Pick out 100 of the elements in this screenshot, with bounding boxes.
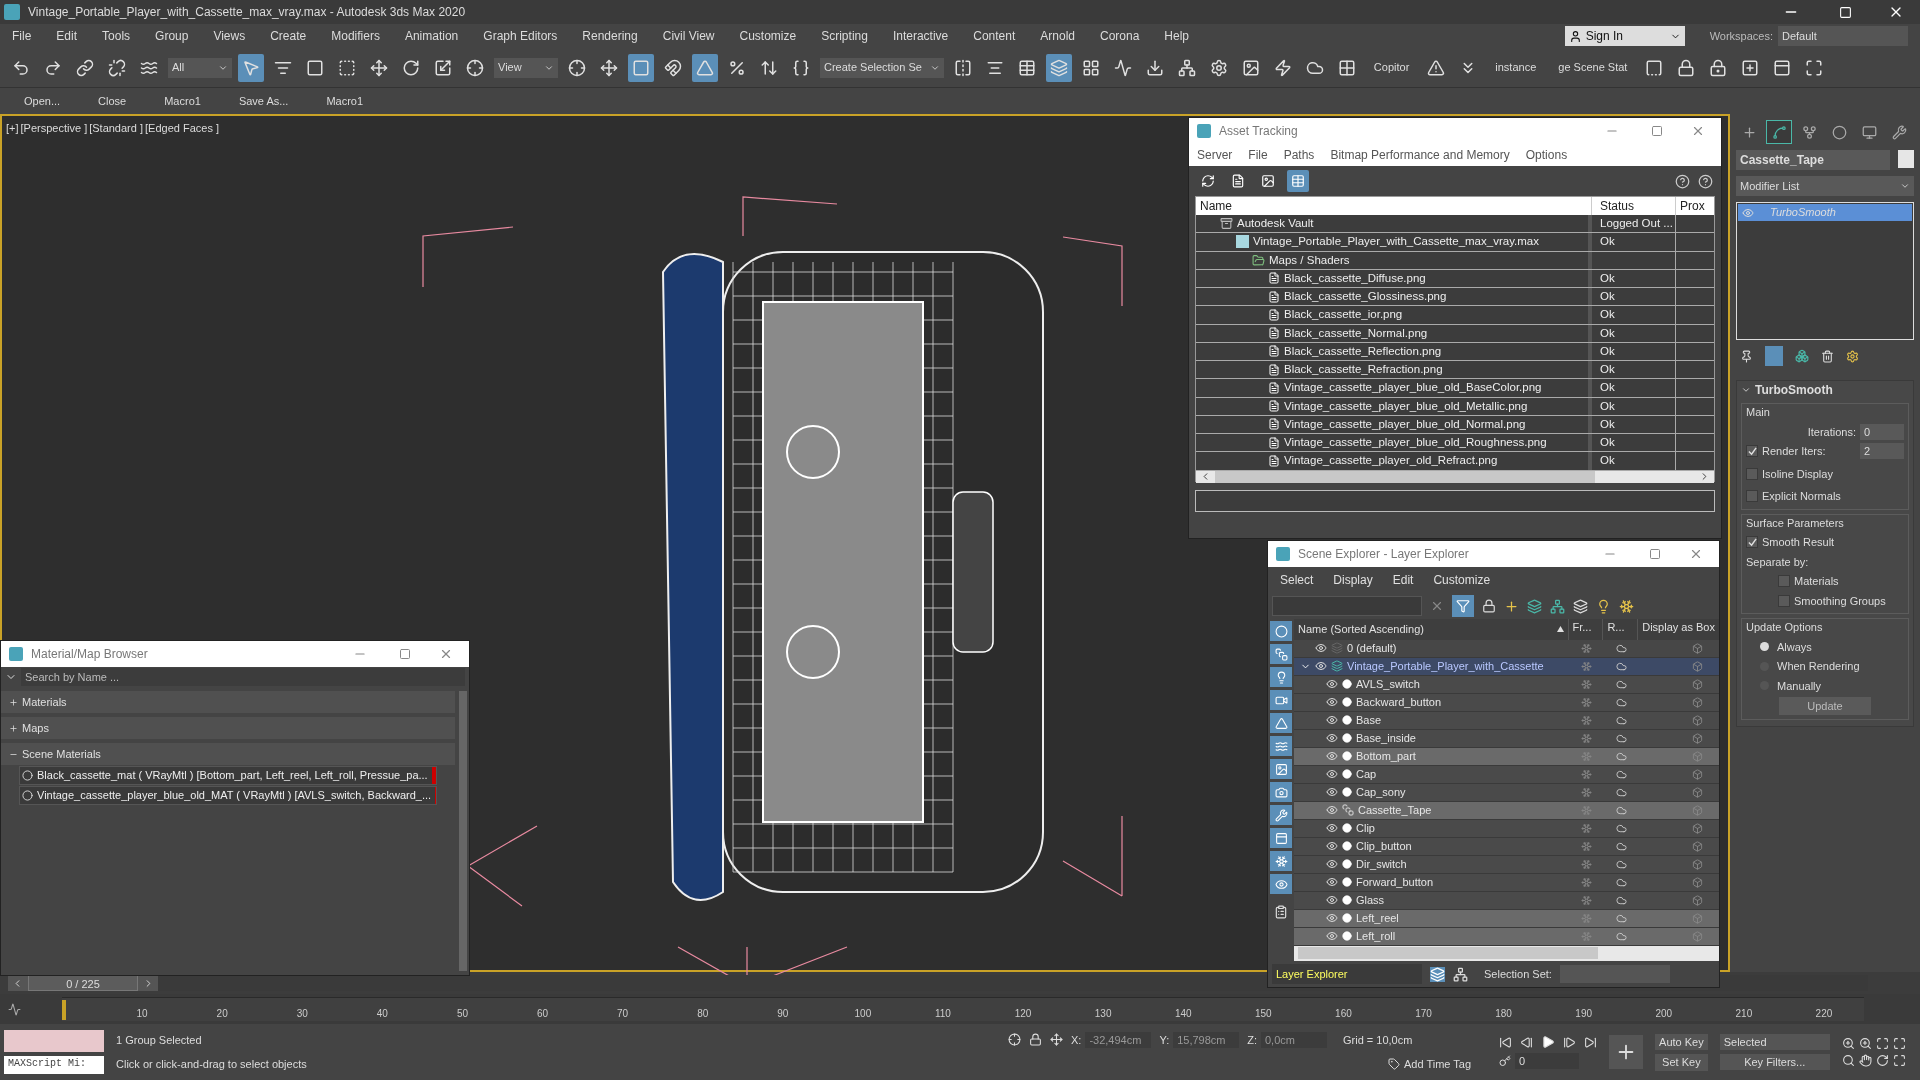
menu-item[interactable]: Server xyxy=(1197,146,1233,164)
layer-item-name: Bottom_part xyxy=(1356,749,1416,765)
window-title: Scene Explorer - Layer Explorer xyxy=(1298,546,1470,563)
viewport-label[interactable]: [Perspective ] xyxy=(20,120,88,137)
render-iters-spinner[interactable]: 2 xyxy=(1860,443,1904,460)
toolbar-label[interactable]: Copitor xyxy=(1365,59,1418,76)
menu-item[interactable]: Corona xyxy=(1099,27,1140,45)
viewport-label[interactable]: [Edged Faces ] xyxy=(145,120,219,137)
asset-status: Ok xyxy=(1600,307,1615,323)
explorer-mode-dropdown[interactable]: Layer Explorer xyxy=(1272,964,1422,984)
asset-name: Maps / Shaders xyxy=(1269,252,1350,268)
column-header[interactable]: Status xyxy=(1592,197,1676,215)
layer-item-name: Left_roll xyxy=(1356,929,1396,945)
menu-item[interactable]: File xyxy=(1248,146,1268,164)
modifier-list-dropdown[interactable]: Modifier List xyxy=(1736,176,1914,196)
material-item[interactable]: Black_cassette_mat ( VRayMtl ) [Bottom_part, Left_reel, Left_roll, Pressue_pa... xyxy=(19,766,437,785)
key-mode-dropdown[interactable]: Selected xyxy=(1719,1034,1830,1050)
toolbar-label[interactable]: ge Scene Stat xyxy=(1550,59,1636,76)
object-name-field[interactable]: Cassette_Tape xyxy=(1736,150,1890,170)
toolbar-dropdown[interactable]: View xyxy=(494,57,558,78)
menu-item[interactable]: Views xyxy=(213,27,246,45)
column-header[interactable]: Display as Box xyxy=(1637,619,1719,640)
maxscript-mini-field[interactable]: MAXScript Mi: xyxy=(4,1056,104,1074)
field-label: Iterations: xyxy=(1807,424,1856,440)
add-time-tag-button[interactable]: Add Time Tag xyxy=(1404,1056,1472,1073)
category-header[interactable]: Scene Materials xyxy=(1,743,455,765)
menu-item[interactable]: Help xyxy=(1164,27,1189,45)
menu-item[interactable]: Customize xyxy=(739,27,797,45)
set-key-text-button[interactable]: Set Key xyxy=(1655,1054,1708,1071)
coordinate-field[interactable]: 0,0cm xyxy=(1261,1031,1327,1048)
menu-item[interactable]: Rendering xyxy=(582,27,638,45)
menu-item[interactable]: Modifiers xyxy=(331,27,380,45)
current-frame-field[interactable]: 0 xyxy=(1515,1053,1580,1069)
macro-button[interactable]: Close xyxy=(98,92,127,110)
menu-item[interactable]: Scripting xyxy=(821,27,868,45)
column-header[interactable]: Name (Sorted Ascending) xyxy=(1298,621,1424,638)
viewport-label[interactable]: [+] xyxy=(6,120,19,137)
menu-item[interactable]: Content xyxy=(973,27,1016,45)
menu-item[interactable]: Edit xyxy=(56,27,78,45)
toolbar-dropdown[interactable]: Create Selection Se xyxy=(820,57,944,78)
column-header[interactable]: Fr... xyxy=(1567,619,1603,640)
menu-item[interactable]: Graph Editors xyxy=(483,27,558,45)
menu-item[interactable]: Interactive xyxy=(892,27,949,45)
workspaces-dropdown[interactable]: Default xyxy=(1778,26,1908,46)
menu-item[interactable]: Arnold xyxy=(1040,27,1075,45)
field-label: Separate by: xyxy=(1746,554,1810,570)
macro-button[interactable]: Open... xyxy=(24,92,61,110)
menu-item[interactable]: Options xyxy=(1525,146,1568,164)
frame-number: 50 xyxy=(456,1007,468,1021)
coordinate-field[interactable]: 15,798cm xyxy=(1173,1031,1240,1048)
asset-name: Vintage_cassette_player_blue_old_Normal.png xyxy=(1284,416,1526,432)
rollout-title[interactable]: TurboSmooth xyxy=(1755,381,1833,399)
menu-item[interactable]: Civil View xyxy=(662,27,715,45)
toolbar-label[interactable]: instance xyxy=(1487,59,1545,76)
layer-item-name: Base xyxy=(1356,713,1382,729)
frame-number: 130 xyxy=(1094,1007,1112,1021)
workspaces-label: Workspaces: xyxy=(1709,28,1773,44)
menu-item[interactable]: Tools xyxy=(102,27,131,45)
search-field[interactable]: Search by Name ... xyxy=(21,668,465,686)
menu-item[interactable]: Select xyxy=(1280,571,1314,589)
macro-button[interactable]: Macro1 xyxy=(326,92,364,110)
category-header[interactable]: Maps xyxy=(1,717,455,739)
auto-key-button[interactable]: Auto Key xyxy=(1655,1033,1708,1050)
selection-status: 1 Group Selected xyxy=(116,1032,203,1048)
asset-status: Ok xyxy=(1600,435,1615,450)
sign-in-dropdown[interactable]: Sign In xyxy=(1564,26,1685,46)
frame-number: 140 xyxy=(1174,1007,1192,1021)
iterations-spinner[interactable]: 0 xyxy=(1860,423,1904,440)
layer-item-name: Base_inside xyxy=(1356,731,1416,747)
asset-status: Ok xyxy=(1600,289,1615,304)
menu-item[interactable]: Paths xyxy=(1283,146,1315,164)
prompt-text: Click or click-and-drag to select objects xyxy=(116,1057,308,1072)
coordinate-field[interactable]: -32,494cm xyxy=(1085,1031,1152,1048)
timeline-ruler[interactable]: 10 20 30 40 50 60 70 80 90 100 110 120 130 140 150 160 170 180 190 200 210 220 xyxy=(62,997,1864,1021)
window-title: Vintage_Portable_Player_with_Cassette_max_vray.max - Autodesk 3ds Max 2020 xyxy=(28,4,467,21)
checkbox-label: Isoline Display xyxy=(1762,466,1833,482)
viewport-label[interactable]: [Standard ] xyxy=(89,120,143,137)
macro-button[interactable]: Macro1 xyxy=(164,92,201,110)
toolbar-dropdown[interactable]: All xyxy=(168,57,232,78)
material-item[interactable]: Vintage_cassette_player_blue_old_MAT ( VRayMtl ) [AVLS_switch, Backward_... xyxy=(19,786,437,805)
menu-item[interactable]: Group xyxy=(155,27,189,45)
column-header[interactable]: R... xyxy=(1602,619,1638,640)
menu-item[interactable]: Customize xyxy=(1433,571,1491,589)
update-button[interactable]: Update xyxy=(1779,697,1871,715)
layer-item-name: Clip_button xyxy=(1356,839,1412,855)
key-filters-button[interactable]: Key Filters... xyxy=(1719,1054,1830,1070)
column-header[interactable]: Prox xyxy=(1676,197,1709,215)
menu-item[interactable]: Animation xyxy=(404,27,459,45)
frame-number: 220 xyxy=(1815,1007,1833,1021)
asset-name: Vintage_cassette_player_blue_old_Roughness.png xyxy=(1284,435,1547,450)
menu-item[interactable]: Bitmap Performance and Memory xyxy=(1330,146,1510,164)
menu-item[interactable]: Create xyxy=(270,27,307,45)
menu-item[interactable]: Display xyxy=(1333,571,1373,589)
menu-item[interactable]: Edit xyxy=(1392,571,1414,589)
frame-number: 120 xyxy=(1014,1007,1032,1021)
macro-button[interactable]: Save As... xyxy=(238,92,289,110)
column-header[interactable]: Name xyxy=(1196,197,1592,215)
menu-item[interactable]: File xyxy=(12,27,32,45)
checkbox-label: Materials xyxy=(1794,574,1839,589)
category-header[interactable]: Materials xyxy=(1,691,455,713)
